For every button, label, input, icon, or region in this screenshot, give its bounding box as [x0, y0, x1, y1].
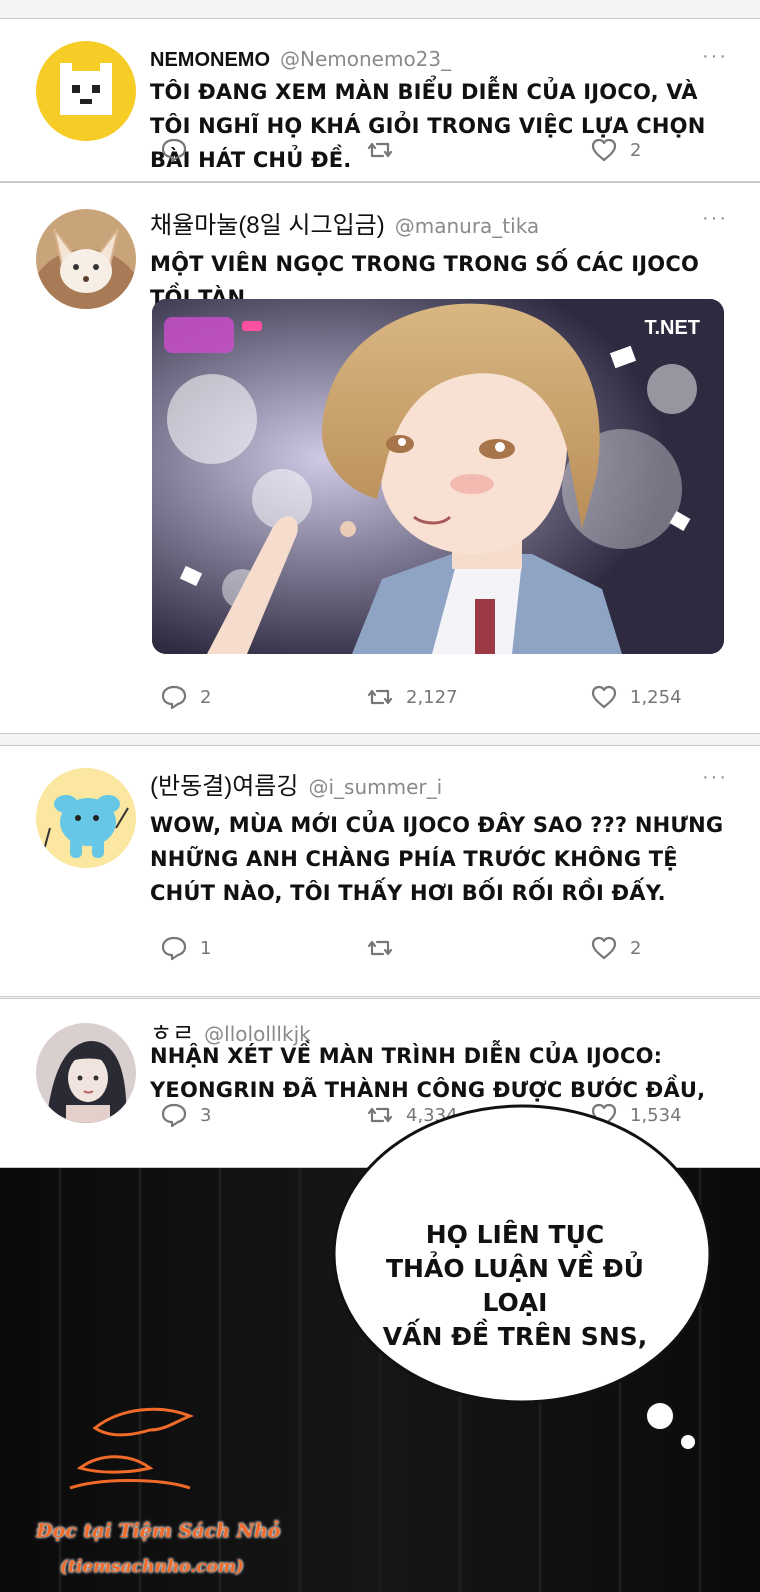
speech-bubble-text: HỌ LIÊN TỤC THẢO LUẬN VỀ ĐỦ LOẠI VẤN ĐỀ … — [360, 1218, 670, 1354]
watermark-title: Đọc tại Tiệm Sách Nhỏ — [36, 1520, 281, 1542]
speech-line: HỌ LIÊN TỤC — [425, 1220, 605, 1249]
watermark-url[interactable]: (tiemsachnho.com) — [60, 1557, 244, 1577]
speech-line: THẢO LUẬN VỀ ĐỦ LOẠI — [386, 1254, 644, 1317]
speech-line: VẤN ĐỀ TRÊN SNS, — [382, 1322, 648, 1351]
